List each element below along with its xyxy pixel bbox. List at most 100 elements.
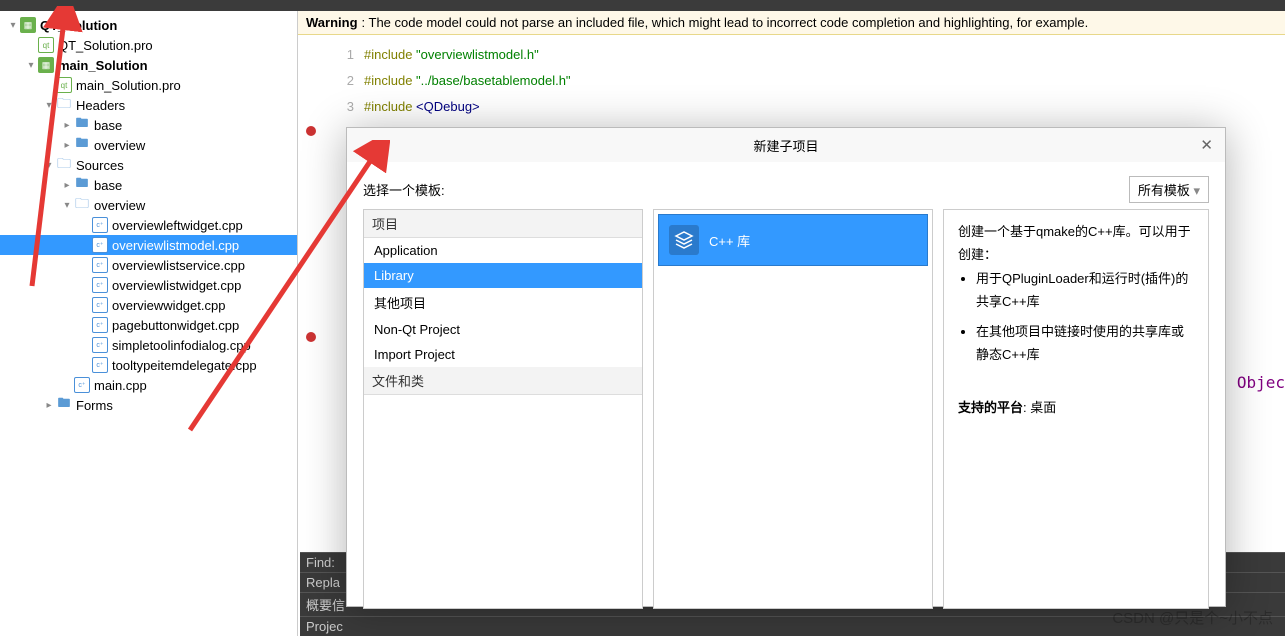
label: base <box>94 178 122 193</box>
list-header: 文件和类 <box>364 367 642 395</box>
label: QT_Solution.pro <box>58 38 153 53</box>
line-number: 2 <box>324 73 364 88</box>
cpp-icon: c⁺ <box>92 237 108 253</box>
tree-folder[interactable]: 🖿 base <box>0 115 297 135</box>
label: simpletoolinfodialog.cpp <box>112 338 251 353</box>
label: overviewlistmodel.cpp <box>112 238 239 253</box>
label: base <box>94 118 122 133</box>
project-icon: ▦ <box>38 57 54 73</box>
cpp-icon: c⁺ <box>92 337 108 353</box>
label: main_Solution.pro <box>76 78 181 93</box>
label: overviewlistservice.cpp <box>112 258 245 273</box>
string: "overviewlistmodel.h" <box>416 47 539 62</box>
description-item: 在其他项目中链接时使用的共享库或静态C++库 <box>976 320 1194 367</box>
folder-icon: 🗀 <box>56 97 72 113</box>
project-tree: ▦ QT_Solution qt QT_Solution.pro ▦ main_Sol… <box>0 11 298 636</box>
platform-label: 支持的平台 <box>958 400 1023 415</box>
tree-file[interactable]: c⁺ overviewleftwidget.cpp <box>0 215 297 235</box>
category-other[interactable]: 其他项目 <box>364 288 642 317</box>
template-label: 选择一个模板: <box>363 180 445 199</box>
label: QT_Solution <box>40 18 117 33</box>
cpp-icon: c⁺ <box>92 217 108 233</box>
tree-file[interactable]: c⁺ overviewlistservice.cpp <box>0 255 297 275</box>
category-list: 项目 Application Library 其他项目 Non-Qt Proje… <box>363 209 643 609</box>
cpp-icon: c⁺ <box>74 377 90 393</box>
label: main.cpp <box>94 378 147 393</box>
warning-bar: Warning : The code model could not parse… <box>298 11 1285 35</box>
cpp-icon: c⁺ <box>92 317 108 333</box>
description-panel: 创建一个基于qmake的C++库。可以用于创建： 用于QPluginLoader… <box>943 209 1209 609</box>
new-subproject-dialog: 新建子项目 ✕ 选择一个模板: 所有模板 项目 Application Libr… <box>346 127 1226 607</box>
folder-icon: 🗀 <box>74 197 90 213</box>
tree-root[interactable]: ▦ QT_Solution <box>0 15 297 35</box>
tree-sources-folder[interactable]: 🗀 Sources <box>0 155 297 175</box>
label: overview <box>94 198 145 213</box>
label: overviewlistwidget.cpp <box>112 278 241 293</box>
dialog-title: 新建子项目 <box>753 136 818 155</box>
tree-headers-folder[interactable]: 🗀 Headers <box>0 95 297 115</box>
folder-icon: 🖿 <box>74 177 90 193</box>
cpp-icon: c⁺ <box>92 257 108 273</box>
library-icon <box>669 225 699 255</box>
project-icon: ▦ <box>20 17 36 33</box>
label: main_Solution <box>58 58 148 73</box>
breakpoint-icon[interactable] <box>298 331 324 345</box>
category-nonqt[interactable]: Non-Qt Project <box>364 317 642 342</box>
tree-file-selected[interactable]: c⁺ overviewlistmodel.cpp <box>0 235 297 255</box>
tree-file[interactable]: c⁺ overviewlistwidget.cpp <box>0 275 297 295</box>
template-cpp-library[interactable]: C++ 库 <box>658 214 928 266</box>
label: overviewwidget.cpp <box>112 298 225 313</box>
warning-label: Warning <box>306 15 358 30</box>
line-number: 3 <box>324 99 364 114</box>
label: Headers <box>76 98 125 113</box>
cpp-icon: c⁺ <box>92 277 108 293</box>
template-label: C++ 库 <box>709 231 750 250</box>
pro-icon: qt <box>56 77 72 93</box>
folder-icon: 🖿 <box>56 397 72 413</box>
close-icon[interactable]: ✕ <box>1200 136 1213 154</box>
tree-file[interactable]: c⁺ tooltypeitemdelegate.cpp <box>0 355 297 375</box>
tree-pro-file[interactable]: qt main_Solution.pro <box>0 75 297 95</box>
string: "../base/basetablemodel.h" <box>416 73 571 88</box>
cpp-icon: c⁺ <box>92 357 108 373</box>
tree-pro-file[interactable]: qt QT_Solution.pro <box>0 35 297 55</box>
template-list: C++ 库 <box>653 209 933 609</box>
description-title: 创建一个基于qmake的C++库。可以用于创建： <box>958 220 1194 267</box>
list-header: 项目 <box>364 210 642 238</box>
breakpoint-icon[interactable] <box>298 125 324 139</box>
folder-icon: 🖿 <box>74 117 90 133</box>
label: Forms <box>76 398 113 413</box>
keyword: #include <box>364 99 416 114</box>
tree-subproject[interactable]: ▦ main_Solution <box>0 55 297 75</box>
folder-icon: 🗀 <box>56 157 72 173</box>
label: overview <box>94 138 145 153</box>
tree-file[interactable]: c⁺ pagebuttonwidget.cpp <box>0 315 297 335</box>
watermark: CSDN @只是个~小不点 <box>1112 607 1273 628</box>
pro-icon: qt <box>38 37 54 53</box>
line-number: 1 <box>324 47 364 62</box>
tree-folder[interactable]: 🖿 base <box>0 175 297 195</box>
cpp-icon: c⁺ <box>92 297 108 313</box>
label: tooltypeitemdelegate.cpp <box>112 358 257 373</box>
description-item: 用于QPluginLoader和运行时(插件)的共享C++库 <box>976 267 1194 314</box>
include: <QDebug> <box>416 99 480 114</box>
tree-file[interactable]: c⁺ overviewwidget.cpp <box>0 295 297 315</box>
platform-value: : 桌面 <box>1023 400 1056 415</box>
label: Sources <box>76 158 124 173</box>
tree-forms-folder[interactable]: 🖿 Forms <box>0 395 297 415</box>
category-library[interactable]: Library <box>364 263 642 288</box>
folder-icon: 🖿 <box>74 137 90 153</box>
tree-file[interactable]: c⁺ simpletoolinfodialog.cpp <box>0 335 297 355</box>
label: pagebuttonwidget.cpp <box>112 318 239 333</box>
tree-folder[interactable]: 🗀 overview <box>0 195 297 215</box>
warning-text: : The code model could not parse an incl… <box>362 15 1089 30</box>
keyword: #include <box>364 73 416 88</box>
category-import[interactable]: Import Project <box>364 342 642 367</box>
template-filter-dropdown[interactable]: 所有模板 <box>1129 176 1209 203</box>
category-application[interactable]: Application <box>364 238 642 263</box>
code-fragment: Objec <box>1237 373 1285 392</box>
keyword: #include <box>364 47 416 62</box>
tree-folder[interactable]: 🖿 overview <box>0 135 297 155</box>
tree-file[interactable]: c⁺ main.cpp <box>0 375 297 395</box>
label: overviewleftwidget.cpp <box>112 218 243 233</box>
